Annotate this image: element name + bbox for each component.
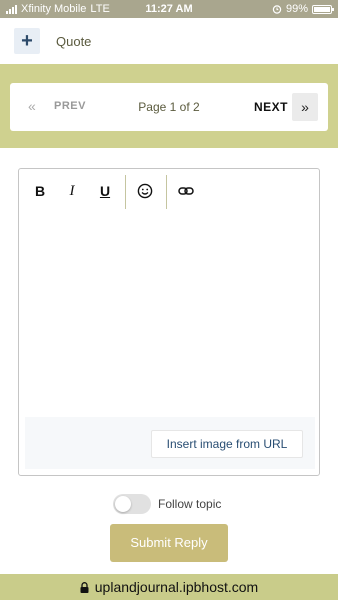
toolbar-divider: [166, 175, 167, 209]
link-icon[interactable]: [178, 185, 194, 197]
submit-reply-button[interactable]: Submit Reply: [110, 524, 228, 562]
toggle-knob: [115, 496, 131, 512]
editor-footer: Insert image from URL: [25, 417, 315, 469]
url-text: uplandjournal.ipbhost.com: [94, 579, 259, 595]
bold-button[interactable]: B: [31, 183, 49, 199]
alarm-icon: [272, 5, 282, 14]
underline-button[interactable]: U: [96, 183, 114, 199]
smiley-icon[interactable]: [137, 183, 153, 199]
battery-percent: 99%: [285, 3, 308, 15]
pagination-band: « PREV Page 1 of 2 NEXT »: [0, 64, 338, 148]
lock-icon: [80, 582, 89, 593]
editor-text-area[interactable]: [19, 213, 319, 415]
status-right: 99%: [272, 3, 334, 15]
pagination: « PREV Page 1 of 2 NEXT »: [10, 83, 328, 131]
italic-button[interactable]: I: [63, 183, 81, 200]
quote-bar: + Quote: [0, 18, 338, 64]
battery-icon: [312, 4, 334, 14]
follow-topic-toggle[interactable]: [113, 494, 151, 514]
double-chevron-right-icon[interactable]: »: [292, 93, 318, 121]
quote-label[interactable]: Quote: [56, 34, 91, 49]
battery-fill: [314, 6, 330, 12]
editor-toolbar: B I U: [19, 169, 319, 213]
follow-topic: Follow topic: [113, 493, 221, 515]
next-page-link[interactable]: NEXT: [254, 100, 288, 114]
status-bar: Xfinity Mobile LTE 11:27 AM 99%: [0, 0, 338, 18]
follow-topic-label[interactable]: Follow topic: [158, 497, 221, 511]
quote-add-button[interactable]: +: [14, 28, 40, 54]
browser-url-bar[interactable]: uplandjournal.ipbhost.com: [0, 574, 338, 600]
insert-image-url-button[interactable]: Insert image from URL: [151, 430, 303, 458]
reply-editor: B I U Insert image from URL: [18, 168, 320, 476]
toolbar-divider: [125, 175, 126, 209]
